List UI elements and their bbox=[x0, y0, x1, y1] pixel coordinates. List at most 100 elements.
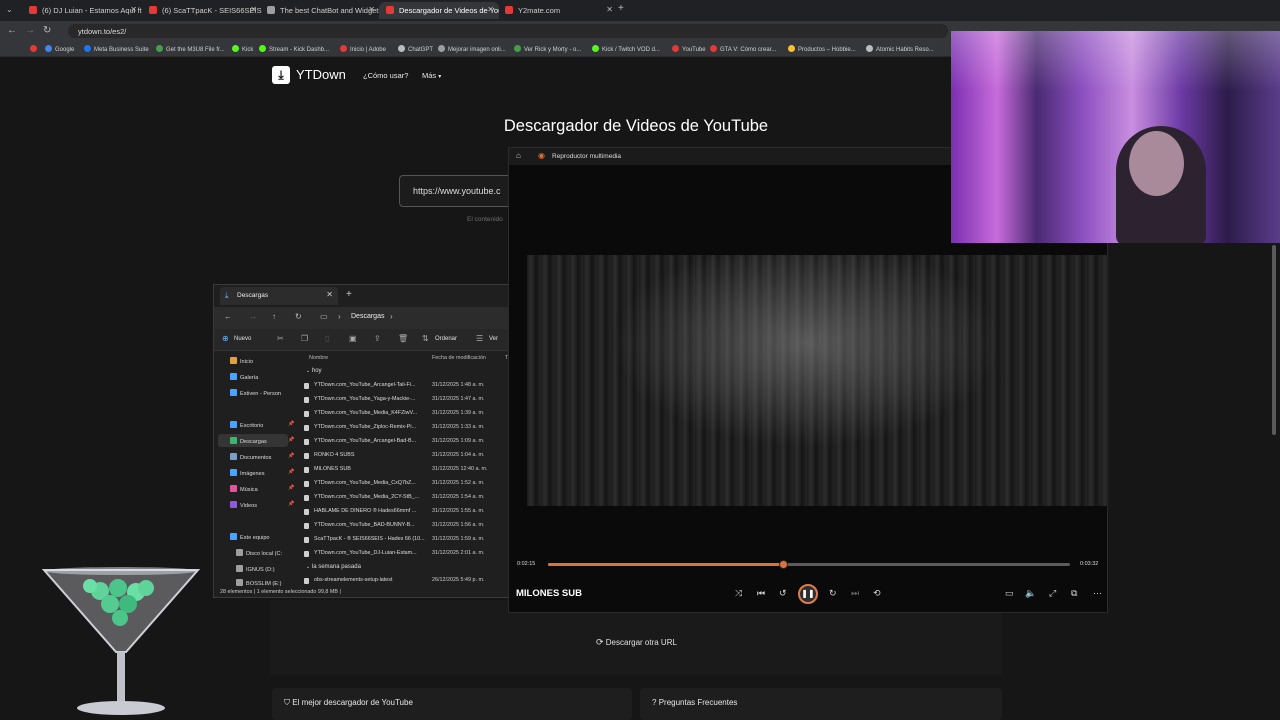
copy-icon[interactable]: ❐ bbox=[301, 334, 308, 343]
breadcrumb[interactable]: Descargas bbox=[351, 313, 384, 320]
file-name[interactable]: obs-streamelements-setup-latest bbox=[314, 577, 426, 583]
paste-icon[interactable]: ▯ bbox=[325, 334, 329, 343]
forward-icon[interactable]: → bbox=[25, 25, 35, 36]
card-best-downloader[interactable]: ⛉ El mejor descargador de YouTube bbox=[272, 688, 632, 720]
page-scrollbar[interactable] bbox=[1272, 245, 1276, 435]
close-icon[interactable]: ✕ bbox=[606, 5, 613, 14]
seek-handle[interactable] bbox=[778, 560, 788, 569]
file-name[interactable]: YTDown.com_YouTube_Media_K4FZiwV... bbox=[314, 410, 426, 416]
bookmark-item[interactable]: Ver Rick y Morty - o... bbox=[514, 45, 581, 53]
sidebar-item[interactable]: Videos 📌 bbox=[230, 501, 294, 509]
close-icon[interactable]: ✕ bbox=[250, 5, 257, 14]
bookmark-item[interactable]: Get the M3U8 File fr... bbox=[156, 45, 225, 53]
close-icon[interactable]: ✕ bbox=[326, 290, 333, 299]
sidebar-item[interactable]: Este equipo bbox=[230, 533, 270, 541]
bookmark-item[interactable]: Inicio | Adobe bbox=[340, 45, 386, 53]
bookmark-item[interactable]: Kick bbox=[232, 45, 253, 53]
seek-bar[interactable] bbox=[548, 560, 1070, 569]
video-frame[interactable] bbox=[527, 255, 1109, 506]
sort-button[interactable]: Ordenar bbox=[435, 336, 457, 342]
bookmark-item[interactable]: Productos – Hobbie... bbox=[788, 45, 856, 53]
file-name[interactable]: HÁBLAME DE DINERO ® Hades66mmf ... bbox=[314, 508, 426, 514]
browser-tab-1[interactable]: (6) DJ Luian - Estamos Aqui ft. ✕ bbox=[22, 2, 142, 19]
file-name[interactable]: YTDown.com_YouTube_Ziploc-Remix-Pi... bbox=[314, 424, 426, 430]
browser-tab-2[interactable]: (6) ScaTTpacK - SEIS66SEIS ✕ bbox=[142, 2, 262, 19]
url-field[interactable]: ytdown.to/es2/ bbox=[68, 24, 948, 38]
group-last-week[interactable]: ⌄ la semana pasada bbox=[306, 564, 361, 570]
forward-icon[interactable]: ↻ bbox=[829, 588, 837, 599]
bookmark-item[interactable]: Mejorar imagen onli... bbox=[438, 45, 506, 53]
download-logo-icon[interactable]: ⤓ bbox=[272, 66, 290, 84]
sidebar-item[interactable]: Imágenes 📌 bbox=[230, 469, 294, 477]
sidebar-item[interactable]: Documentos 📌 bbox=[230, 453, 294, 461]
new-tab-icon[interactable]: + bbox=[346, 289, 352, 300]
rewind-icon[interactable]: ↺ bbox=[779, 588, 787, 599]
rename-icon[interactable]: ▣ bbox=[349, 334, 357, 343]
bookmark-item[interactable]: YouTube bbox=[672, 45, 706, 53]
bookmark-item[interactable] bbox=[30, 45, 40, 53]
bookmark-item[interactable]: Meta Business Suite bbox=[84, 45, 149, 53]
group-today[interactable]: ⌄ hoy bbox=[306, 368, 322, 374]
column-header-name[interactable]: Nombre bbox=[309, 355, 328, 361]
fullscreen-icon[interactable]: ⤢ bbox=[1049, 588, 1056, 599]
sidebar-item[interactable]: Disco local (C: bbox=[236, 549, 282, 557]
close-icon[interactable]: ✕ bbox=[368, 5, 375, 14]
file-name[interactable]: YTDown.com_YouTube_Arcangel-Bad-B... bbox=[314, 438, 426, 444]
browser-tab-4[interactable]: Descargador de Videos de You ✕ bbox=[379, 2, 499, 19]
subtitles-icon[interactable]: ▭ bbox=[1005, 588, 1014, 599]
column-header-date[interactable]: Fecha de modificación bbox=[432, 355, 486, 361]
file-name[interactable]: YTDown.com_YouTube_BAD-BUNNY-B... bbox=[314, 522, 426, 528]
monitor-icon[interactable]: ▭ bbox=[320, 312, 328, 321]
miniplayer-icon[interactable]: ⧉ bbox=[1071, 588, 1077, 599]
browser-tab-5[interactable]: Y2mate.com ✕ bbox=[498, 2, 618, 19]
video-url-input[interactable]: https://www.youtube.c bbox=[399, 175, 515, 207]
bookmark-item[interactable]: Stream - Kick Dashb... bbox=[259, 45, 329, 53]
file-name[interactable]: YTDown.com_YouTube_Media_2CY-StB_... bbox=[314, 494, 426, 500]
forward-icon[interactable]: → bbox=[249, 312, 257, 321]
file-name[interactable]: YTDown.com_YouTube_Yaga-y-Mackie-... bbox=[314, 396, 426, 402]
back-icon[interactable]: ← bbox=[7, 25, 17, 36]
file-name[interactable]: ScaTTpacK - ® SEIS66SEIS - Hades 66 (10.… bbox=[314, 536, 426, 542]
previous-icon[interactable]: ⏮ bbox=[757, 588, 765, 599]
file-name[interactable]: YTDown.com_YouTube_DJ-Luian-Estam... bbox=[314, 550, 426, 556]
more-icon[interactable]: ⋯ bbox=[1093, 588, 1102, 599]
file-name[interactable]: MILONES SUB bbox=[314, 466, 426, 472]
bookmark-item[interactable]: GTA V: Cómo crear... bbox=[710, 45, 776, 53]
sidebar-item[interactable]: IGNUS (D:) bbox=[236, 565, 275, 573]
shuffle-icon[interactable]: ⤨ bbox=[735, 588, 742, 599]
view-button[interactable]: Ver bbox=[489, 336, 498, 342]
nav-more[interactable]: Más ▾ bbox=[422, 71, 441, 80]
bookmark-item[interactable]: ChatGPT bbox=[398, 45, 433, 53]
sidebar-item[interactable]: BOSSLIM (E:) bbox=[236, 579, 281, 587]
close-icon[interactable]: ✕ bbox=[487, 5, 494, 14]
tab-list-icon[interactable]: ⌄ bbox=[6, 5, 13, 14]
sidebar-item[interactable]: Música 📌 bbox=[230, 485, 294, 493]
bookmark-item[interactable]: Kick / Twitch VOD d... bbox=[592, 45, 660, 53]
sidebar-item[interactable]: Galería bbox=[230, 373, 258, 381]
delete-icon[interactable]: 🗑 bbox=[398, 334, 408, 343]
back-icon[interactable]: ← bbox=[224, 312, 232, 321]
repeat-icon[interactable]: ⟲ bbox=[873, 588, 881, 599]
site-logo[interactable]: YTDown bbox=[296, 67, 346, 82]
bookmark-item[interactable]: Google bbox=[45, 45, 74, 53]
explorer-tab[interactable]: ⤓ Descargas ✕ bbox=[220, 287, 338, 305]
refresh-icon[interactable]: ↻ bbox=[295, 312, 302, 321]
sidebar-item[interactable]: Inicio bbox=[230, 357, 253, 365]
pause-button[interactable]: ❚❚ bbox=[798, 584, 818, 604]
new-button[interactable]: Nuevo bbox=[234, 336, 251, 342]
download-other-url-button[interactable]: ⟳ Descargar otra URL bbox=[596, 637, 677, 648]
reload-icon[interactable]: ↻ bbox=[43, 25, 51, 36]
close-icon[interactable]: ✕ bbox=[130, 5, 137, 14]
up-icon[interactable]: ↑ bbox=[272, 312, 276, 321]
next-icon[interactable]: ⏭ bbox=[851, 588, 859, 599]
volume-icon[interactable]: 🔈 bbox=[1025, 588, 1036, 599]
browser-tab-3[interactable]: The best ChatBot and Widgets ✕ bbox=[260, 2, 380, 19]
new-tab-icon[interactable]: + bbox=[618, 3, 624, 14]
file-name[interactable]: YTDown.com_YouTube_Media_CxQ7bZ... bbox=[314, 480, 426, 486]
sidebar-item[interactable]: Estiven - Person bbox=[230, 389, 281, 397]
home-icon[interactable]: ⌂ bbox=[516, 151, 521, 160]
file-name[interactable]: YTDown.com_YouTube_Arcangel-Tali-Fi... bbox=[314, 382, 426, 388]
nav-how-to-use[interactable]: ¿Cómo usar? bbox=[363, 71, 408, 80]
file-name[interactable]: RONKO 4 SUBS bbox=[314, 452, 426, 458]
sidebar-item[interactable]: Escritorio 📌 bbox=[230, 421, 294, 429]
